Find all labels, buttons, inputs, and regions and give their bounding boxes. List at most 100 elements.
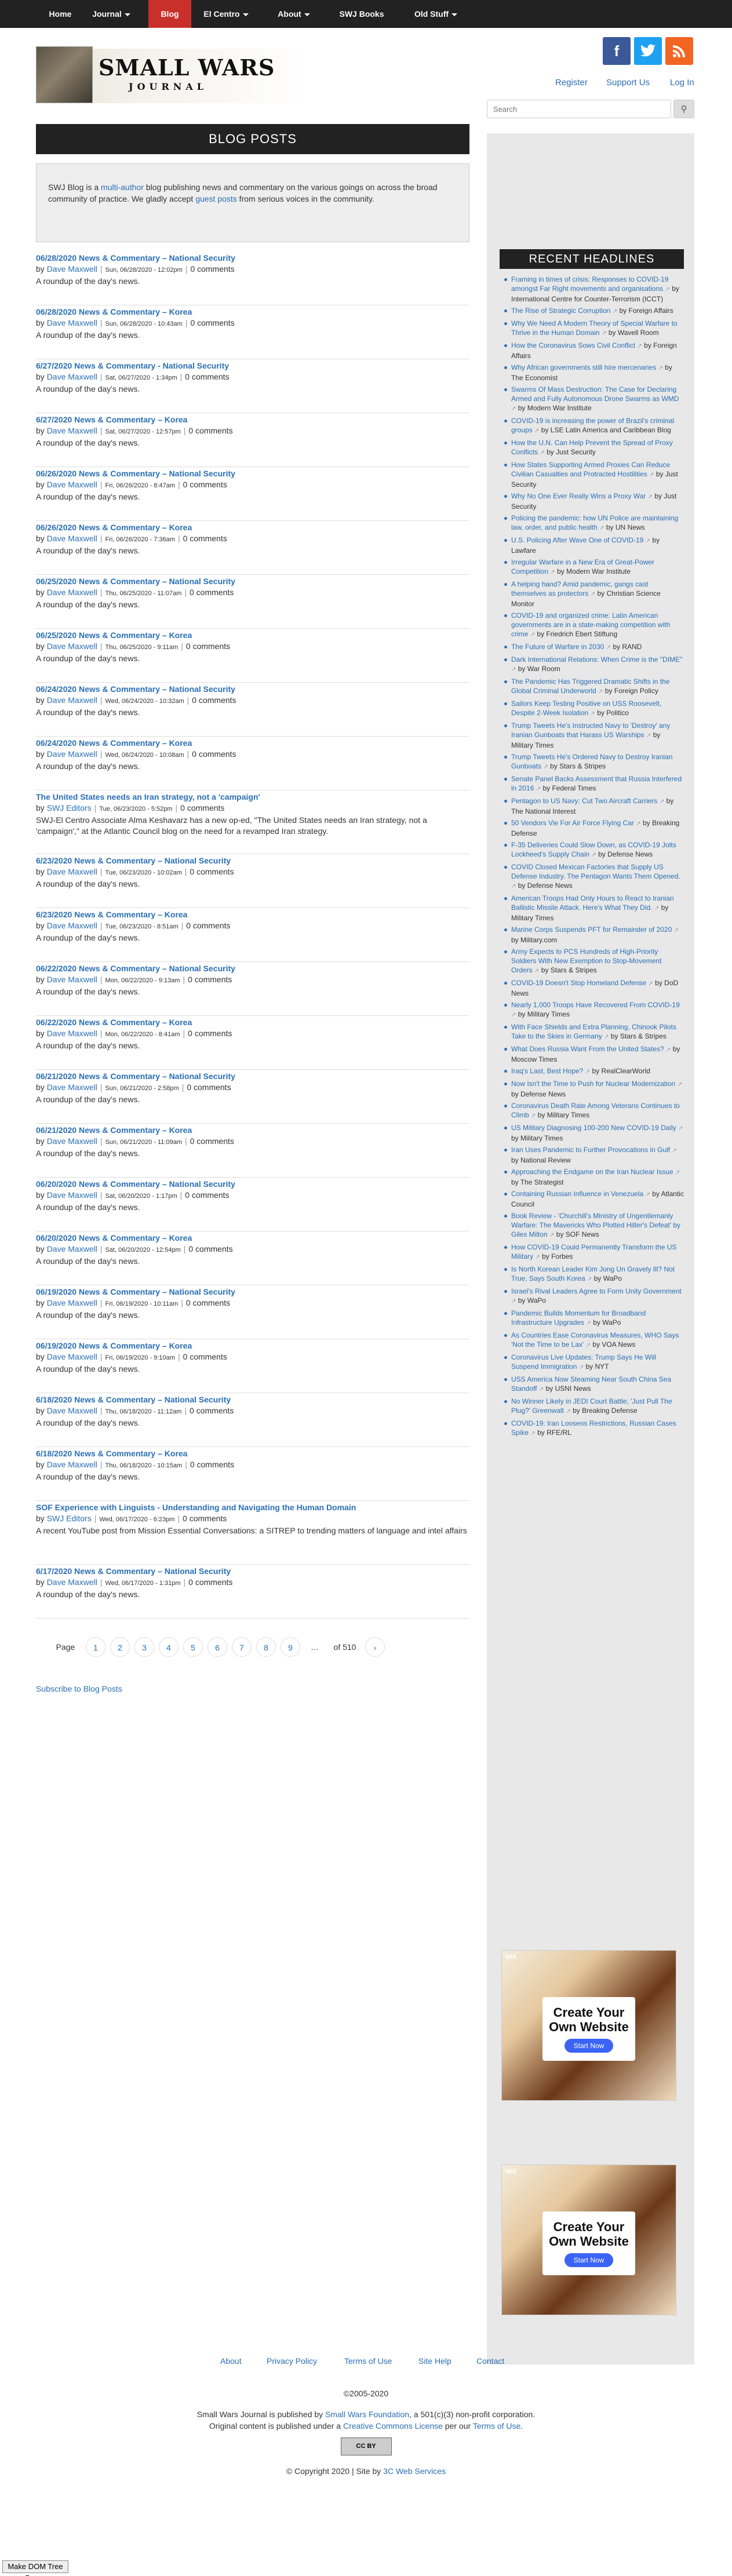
headline-link[interactable]: Pentagon to US Navy: Cut Two Aircraft Ca… [511, 797, 658, 805]
post-author-link[interactable]: Dave Maxwell [47, 426, 97, 435]
pager-page-button[interactable]: 3 [134, 1637, 154, 1657]
post-title-link[interactable]: 6/27/2020 News & Commentary - National S… [36, 361, 229, 370]
terms-of-use-link[interactable]: Terms of Use [473, 2421, 520, 2431]
post-author-link[interactable]: Dave Maxwell [47, 1244, 97, 1254]
pager-page-button[interactable]: 8 [256, 1637, 276, 1657]
post-title-link[interactable]: 06/24/2020 News & Commentary – Korea [36, 738, 192, 748]
post-title-link[interactable]: 06/20/2020 News & Commentary – National … [36, 1179, 235, 1189]
headline-link[interactable]: Now Isn't the Time to Push for Nuclear M… [511, 1080, 675, 1088]
nav-old-stuff[interactable]: Old Stuff [406, 0, 466, 28]
small-wars-foundation-link[interactable]: Small Wars Foundation [325, 2410, 409, 2419]
headline-link[interactable]: Is North Korean Leader Kim Jong Un Grave… [511, 1265, 675, 1282]
post-title-link[interactable]: 06/22/2020 News & Commentary – Korea [36, 1018, 192, 1027]
footer-privacy-link[interactable]: Privacy Policy [267, 2356, 317, 2366]
twitter-icon[interactable] [634, 37, 662, 65]
post-author-link[interactable]: Dave Maxwell [47, 318, 97, 327]
post-author-link[interactable]: Dave Maxwell [47, 372, 97, 381]
post-title-link[interactable]: 6/23/2020 News & Commentary – National S… [36, 856, 231, 865]
headline-link[interactable]: Policing the pandemic: how UN Police are… [511, 514, 678, 531]
support-us-link[interactable]: Support Us [606, 78, 650, 88]
headline-link[interactable]: Israel's Rival Leaders Agree to Form Uni… [511, 1287, 682, 1295]
headline-link[interactable]: USS America Now Steaming Near South Chin… [511, 1375, 671, 1393]
headline-link[interactable]: Coronavirus Death Rate Among Veterans Co… [511, 1102, 680, 1119]
3c-web-services-link[interactable]: 3C Web Services [383, 2466, 446, 2476]
post-title-link[interactable]: 06/19/2020 News & Commentary – National … [36, 1287, 235, 1296]
creative-commons-badge[interactable]: CC BY [340, 2437, 392, 2455]
footer-contact-link[interactable]: Contact [476, 2356, 504, 2366]
guest-posts-link[interactable]: guest posts [195, 194, 237, 203]
log-in-link[interactable]: Log In [670, 78, 694, 88]
post-author-link[interactable]: Dave Maxwell [47, 921, 97, 930]
pager-page-button[interactable]: 4 [159, 1637, 179, 1657]
ad-start-now-button[interactable]: Start Now [564, 2039, 614, 2053]
post-author-link[interactable]: Dave Maxwell [47, 1352, 97, 1361]
post-author-link[interactable]: Dave Maxwell [47, 480, 97, 489]
headline-link[interactable]: Sailors Keep Testing Positive on USS Roo… [511, 699, 661, 717]
pager-page-button[interactable]: 5 [183, 1637, 203, 1657]
post-author-link[interactable]: Dave Maxwell [47, 642, 97, 651]
headline-link[interactable]: Approaching the Endgame on the Iran Nucl… [511, 1168, 673, 1176]
post-author-link[interactable]: Dave Maxwell [47, 1083, 97, 1092]
headline-link[interactable]: Why African governments still hire merce… [511, 363, 656, 371]
post-title-link[interactable]: 06/20/2020 News & Commentary – Korea [36, 1233, 192, 1243]
site-logo[interactable]: SMALL WARS JOURNAL [36, 46, 308, 103]
post-author-link[interactable]: Dave Maxwell [47, 1029, 97, 1038]
facebook-icon[interactable]: f [603, 37, 631, 65]
headline-link[interactable]: The Future of Warfare in 2030 [511, 643, 604, 651]
post-title-link[interactable]: 06/22/2020 News & Commentary – National … [36, 964, 235, 973]
headline-link[interactable]: US Military Diagnosing 100-200 New COVID… [511, 1124, 676, 1132]
post-title-link[interactable]: 06/21/2020 News & Commentary – Korea [36, 1125, 192, 1135]
headline-link[interactable]: 50 Vendors Vie For Air Force Flying Car [511, 819, 634, 827]
multi-author-link[interactable]: multi-author [101, 183, 144, 192]
post-author-link[interactable]: Dave Maxwell [47, 1577, 97, 1587]
search-input[interactable] [487, 100, 671, 118]
post-author-link[interactable]: Dave Maxwell [47, 1406, 97, 1415]
nav-journal[interactable]: Journal [85, 0, 138, 28]
post-author-link[interactable]: Dave Maxwell [47, 534, 97, 543]
nav-swj-books[interactable]: SWJ Books [329, 0, 394, 28]
headline-link[interactable]: Containing Russian Influence in Venezuel… [511, 1190, 643, 1198]
headline-link[interactable]: American Troops Had Only Hours to React … [511, 894, 674, 912]
post-title-link[interactable]: The United States needs an Iran strategy… [36, 792, 260, 801]
pager-page-button[interactable]: 2 [110, 1637, 130, 1657]
headline-link[interactable]: Iran Uses Pandemic to Further Provocatio… [511, 1146, 670, 1154]
pager-page-button[interactable]: 6 [207, 1637, 227, 1657]
search-button[interactable]: ⚲ [673, 100, 694, 118]
headline-link[interactable]: The Rise of Strategic Corruption [511, 307, 610, 315]
creative-commons-link[interactable]: Creative Commons License [343, 2421, 443, 2431]
headline-link[interactable]: COVID Closed Mexican Factories that Supp… [511, 863, 680, 880]
post-author-link[interactable]: Dave Maxwell [47, 588, 97, 597]
footer-help-link[interactable]: Site Help [418, 2356, 451, 2366]
nav-el-centro[interactable]: El Centro [196, 0, 256, 28]
post-title-link[interactable]: 06/25/2020 News & Commentary – National … [36, 577, 235, 586]
post-title-link[interactable]: 6/23/2020 News & Commentary – Korea [36, 910, 187, 919]
post-title-link[interactable]: 06/25/2020 News & Commentary – Korea [36, 631, 192, 640]
post-author-link[interactable]: Dave Maxwell [47, 1190, 97, 1200]
post-title-link[interactable]: 6/17/2020 News & Commentary – National S… [36, 1566, 231, 1576]
post-title-link[interactable]: 6/18/2020 News & Commentary – National S… [36, 1395, 231, 1404]
post-author-link[interactable]: SWJ Editors [47, 803, 92, 812]
headline-link[interactable]: Nearly 1,000 Troops Have Recovered From … [511, 1001, 680, 1009]
headline-link[interactable]: Coronavirus Live Updates: Trump Says He … [511, 1353, 656, 1371]
post-author-link[interactable]: Dave Maxwell [47, 1136, 97, 1146]
post-title-link[interactable]: 06/26/2020 News & Commentary – National … [36, 469, 235, 478]
post-title-link[interactable]: 06/28/2020 News & Commentary – Korea [36, 307, 192, 316]
headline-link[interactable]: Framing in times of crisis: Responses to… [511, 275, 668, 293]
post-author-link[interactable]: Dave Maxwell [47, 749, 97, 759]
post-title-link[interactable]: 6/18/2020 News & Commentary – Korea [36, 1449, 187, 1458]
ad-start-now-button[interactable]: Start Now [564, 2253, 614, 2267]
headline-link[interactable]: COVID-19: Iran Loosens Restrictions, Rus… [511, 1419, 676, 1437]
post-title-link[interactable]: 06/19/2020 News & Commentary – Korea [36, 1341, 192, 1350]
headline-link[interactable]: Pandemic Builds Momentum for Broadband I… [511, 1309, 646, 1327]
headline-link[interactable]: COVID-19 Doesn't Stop Homeland Defense [511, 979, 646, 987]
post-author-link[interactable]: Dave Maxwell [47, 1460, 97, 1469]
headline-link[interactable]: Marine Corps Suspends PFT for Remainder … [511, 926, 672, 934]
dom-dump-button[interactable]: Make DOM Tree Dump [2, 2560, 68, 2576]
headline-link[interactable]: Dark International Relations: When Crime… [511, 655, 682, 664]
rss-icon[interactable] [665, 37, 693, 65]
nav-home[interactable]: Home [39, 0, 81, 28]
headline-link[interactable]: Why No One Ever Really Wins a Proxy War [511, 492, 646, 500]
footer-terms-link[interactable]: Terms of Use [344, 2356, 392, 2366]
post-title-link[interactable]: 06/21/2020 News & Commentary – National … [36, 1072, 235, 1081]
headline-link[interactable]: How States Supporting Armed Proxies Can … [511, 461, 670, 478]
